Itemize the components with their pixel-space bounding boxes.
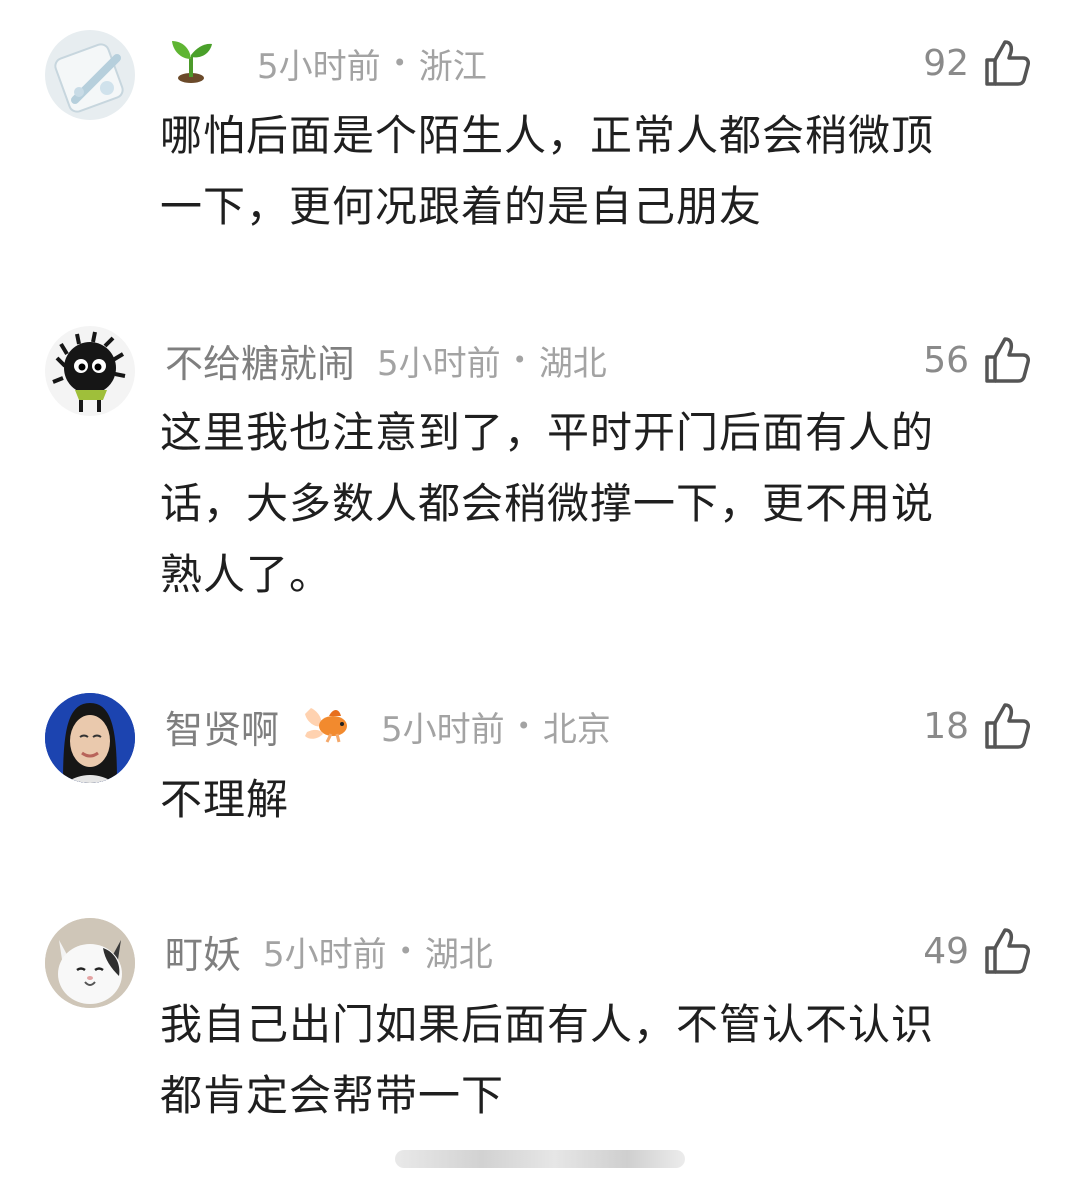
username[interactable]: 町妖 [165,924,241,979]
comment-text: 我自己出门如果后面有人，不管认不认识 都肯定会帮带一下 [160,989,1030,1131]
like-button[interactable]: 92 [923,33,1031,93]
like-count: 18 [923,705,969,747]
watermark-bar [395,1150,685,1168]
comment-text: 不理解 [160,764,1030,835]
like-count: 92 [923,42,969,84]
comment-header: 町妖 5小时前 • 湖北 [165,921,493,981]
thumbs-up-icon [985,703,1030,749]
separator-dot: • [392,49,407,77]
like-count: 56 [923,339,969,381]
comment-header: 不给糖就闹 5小时前 • 湖北 [165,330,607,390]
username[interactable]: 智贤啊 [165,699,279,754]
separator-dot: • [398,937,413,965]
avatar[interactable] [45,693,135,783]
avatar[interactable] [45,918,135,1008]
location: 浙江 [418,46,487,87]
thumbs-up-icon [985,40,1030,86]
goldfish-emoji-icon [301,698,353,755]
timestamp: 5小时前 [377,343,501,384]
like-button[interactable]: 49 [923,921,1031,981]
location: 北京 [542,709,611,750]
comment-text: 这里我也注意到了，平时开门后面有人的 话，大多数人都会稍微撑一下，更不用说 熟人… [160,397,1030,610]
separator-dot: • [512,346,527,374]
like-count: 49 [923,930,969,972]
comment-text: 哪怕后面是个陌生人，正常人都会稍微顶 一下，更何况跟着的是自己朋友 [160,100,1030,242]
username[interactable]: 不给糖就闹 [165,333,355,388]
comment-line: 这里我也注意到了，平时开门后面有人的 [160,408,935,457]
sprout-emoji-icon [165,33,217,94]
thumbs-up-icon [985,928,1030,974]
timestamp: 5小时前 [257,46,381,87]
separator-dot: • [516,712,531,740]
comment-line: 我自己出门如果后面有人，不管认不认识 [160,1000,935,1049]
comment-line: 哪怕后面是个陌生人，正常人都会稍微顶 [160,111,935,160]
like-button[interactable]: 18 [923,696,1031,756]
comment-line: 话，大多数人都会稍微撑一下，更不用说 [160,479,935,528]
avatar[interactable] [45,326,135,416]
timestamp: 5小时前 [263,934,387,975]
location: 湖北 [538,343,607,384]
comment-line: 熟人了。 [160,550,333,599]
like-button[interactable]: 56 [923,330,1031,390]
comment-header: 智贤啊 5小时前 • 北京 [165,696,611,756]
timestamp: 5小时前 [381,709,505,750]
comment-line: 一下，更何况跟着的是自己朋友 [160,182,763,231]
avatar[interactable] [45,30,135,120]
comment-line: 都肯定会帮带一下 [160,1071,505,1120]
comment-header: 5小时前 • 浙江 [165,33,487,93]
thumbs-up-icon [985,337,1030,383]
location: 湖北 [424,934,493,975]
comment-line: 不理解 [160,775,290,824]
